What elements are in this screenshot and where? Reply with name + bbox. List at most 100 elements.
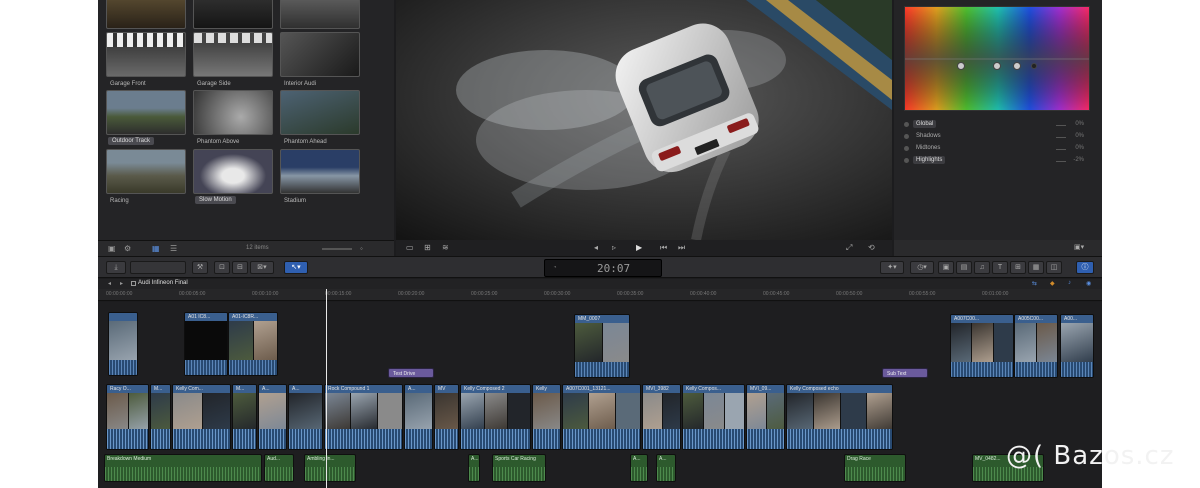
timeline-ruler[interactable]: 00:00:00:00 00:00:05:00 00:00:10:00 00:00:1… xyxy=(98,289,1102,301)
retime-button[interactable]: ◷▾ xyxy=(910,261,934,274)
zoom-icon[interactable]: ◦ xyxy=(360,244,363,253)
clip-thumbnail[interactable] xyxy=(106,32,186,77)
storyline-clip[interactable]: A... xyxy=(288,384,323,450)
shadows-puck[interactable] xyxy=(993,62,1001,70)
inspector-toggle-icon[interactable]: ▣ xyxy=(938,261,954,274)
color-board[interactable] xyxy=(904,6,1090,111)
storyline-clip[interactable]: Kelly Compos... xyxy=(682,384,745,450)
connected-clip[interactable]: MM_0007 xyxy=(574,314,630,378)
storyline-clip[interactable]: M... xyxy=(150,384,171,450)
import-button[interactable]: ⤓ xyxy=(106,261,126,274)
clip-thumbnail[interactable] xyxy=(106,0,186,29)
wrench-icon[interactable]: ⚒ xyxy=(192,261,208,274)
clip-thumbnail[interactable] xyxy=(280,90,360,135)
midtones-puck[interactable] xyxy=(1013,62,1021,70)
storyline-clip[interactable]: MV xyxy=(434,384,459,450)
audio-clip[interactable]: Sports Car Racing xyxy=(492,454,546,482)
color-board-row[interactable]: Shadows 0% xyxy=(904,131,1094,142)
color-board-row[interactable]: Highlights -2% xyxy=(904,155,1094,166)
themes-browser-icon[interactable]: ▦ xyxy=(1028,261,1044,274)
row-slider[interactable] xyxy=(1056,137,1066,138)
audio-clip[interactable]: A... xyxy=(630,454,648,482)
row-slider[interactable] xyxy=(1056,161,1066,162)
row-slider[interactable] xyxy=(1056,149,1066,150)
clip-thumbnail[interactable] xyxy=(193,90,273,135)
overwrite-icon[interactable]: ⊠▾ xyxy=(250,261,274,274)
loop-icon[interactable]: ⟲ xyxy=(868,243,875,252)
connected-clip[interactable]: A007C00... xyxy=(950,314,1014,378)
audio-clip[interactable]: Ambling in... xyxy=(304,454,356,482)
color-board-row[interactable]: Midtones 0% xyxy=(904,143,1094,154)
select-tool-button[interactable]: ↖▾ xyxy=(284,261,308,274)
clip-thumbnail[interactable] xyxy=(280,149,360,194)
generators-browser-icon[interactable]: ⊞ xyxy=(1010,261,1026,274)
connected-clip[interactable]: A01-IC8R... xyxy=(228,312,278,376)
clip-thumbnail[interactable] xyxy=(280,0,360,29)
storyline-clip[interactable]: A... xyxy=(258,384,287,450)
dashboard-background-tasks-icon[interactable]: ◔ xyxy=(553,265,557,271)
previous-edit-icon[interactable]: ◂ xyxy=(594,243,598,252)
music-browser-icon[interactable]: ♫ xyxy=(974,261,990,274)
storyline-clip[interactable]: Racy O... xyxy=(106,384,149,450)
save-preset-icon[interactable]: ▣▾ xyxy=(1074,243,1084,251)
solo-icon[interactable]: ◉ xyxy=(1086,280,1091,287)
back-arrow-icon[interactable]: ◂ xyxy=(108,280,111,287)
forward-arrow-icon[interactable]: ▸ xyxy=(120,280,123,287)
storyline-clip[interactable]: Kelly Com... xyxy=(172,384,231,450)
storyline-clip[interactable]: Kelly Composed echo xyxy=(786,384,893,450)
title-clip[interactable]: Sub Text xyxy=(882,368,928,378)
storyline-clip[interactable]: M... xyxy=(232,384,257,450)
audio-clip[interactable]: Aud... xyxy=(264,454,294,482)
audio-clip[interactable]: Drag Race xyxy=(844,454,906,482)
timecode-display[interactable]: 20:07 xyxy=(597,262,630,275)
connected-clip[interactable]: A00... xyxy=(1060,314,1094,378)
storyline-clip[interactable]: MVI_3982 xyxy=(642,384,681,450)
audio-clip[interactable]: Breakdown Medium xyxy=(104,454,262,482)
clip-appearance-icon[interactable]: ▣ xyxy=(108,244,116,253)
snapping-icon[interactable]: ⇆ xyxy=(1032,280,1037,287)
storyline-clip[interactable]: MVI_09... xyxy=(746,384,785,450)
storyline-clip[interactable]: Rock Compound 1 xyxy=(324,384,403,450)
transform-icon[interactable]: ⊞ xyxy=(424,243,431,252)
playhead[interactable] xyxy=(326,289,327,488)
enhance-icon[interactable]: ≋ xyxy=(442,243,449,252)
gear-icon[interactable]: ⚙ xyxy=(124,244,131,253)
color-board-row[interactable]: Global 0% xyxy=(904,119,1094,130)
row-slider[interactable] xyxy=(1056,125,1066,126)
insert-icon[interactable]: ⊟ xyxy=(232,261,248,274)
play-icon[interactable]: ▶ xyxy=(636,243,642,252)
title-clip[interactable]: Test Drive xyxy=(388,368,434,378)
connected-clip[interactable]: A005C00... xyxy=(1014,314,1058,378)
audio-skimming-icon[interactable]: ♪ xyxy=(1068,280,1071,286)
go-to-start-icon[interactable]: ⏮ xyxy=(660,243,667,253)
clip-thumbnail[interactable] xyxy=(106,149,186,194)
clip-thumbnail[interactable] xyxy=(193,0,273,29)
clip-thumbnail[interactable] xyxy=(280,32,360,77)
zoom-slider[interactable] xyxy=(322,248,352,250)
titles-browser-icon[interactable]: T xyxy=(992,261,1008,274)
keyword-field[interactable] xyxy=(130,261,186,274)
storyline-clip[interactable]: A... xyxy=(404,384,433,450)
go-to-end-icon[interactable]: ⏭ xyxy=(678,243,685,253)
audio-clip[interactable]: A... xyxy=(468,454,480,482)
enhancements-button[interactable]: ✦▾ xyxy=(880,261,904,274)
timeline-area[interactable]: A01 IC8... A01-IC8R... MM_0007 A007C00... A0… xyxy=(98,302,1102,488)
connected-clip[interactable]: A01 IC8... xyxy=(184,312,228,376)
storyline-clip[interactable]: Kelly xyxy=(532,384,561,450)
filmstrip-view-icon[interactable]: ▦ xyxy=(152,244,160,253)
connect-icon[interactable]: ⊡ xyxy=(214,261,230,274)
fullscreen-icon[interactable]: ⤢ xyxy=(846,243,852,253)
effects-browser-icon[interactable]: ◫ xyxy=(1046,261,1062,274)
global-puck[interactable] xyxy=(957,62,965,70)
info-icon[interactable]: ⓘ xyxy=(1076,261,1094,274)
connected-clip[interactable] xyxy=(108,312,138,376)
clip-thumbnail[interactable] xyxy=(193,149,273,194)
photos-browser-icon[interactable]: ▤ xyxy=(956,261,972,274)
list-view-icon[interactable]: ☰ xyxy=(170,244,177,253)
audio-clip[interactable]: A... xyxy=(656,454,676,482)
skimming-icon[interactable]: ◆ xyxy=(1050,280,1055,287)
storyline-clip[interactable]: A007C001_13121... xyxy=(562,384,641,450)
clip-thumbnail[interactable] xyxy=(106,90,186,135)
play-around-icon[interactable]: ▹ xyxy=(612,243,616,252)
highlights-puck[interactable] xyxy=(1031,63,1037,69)
